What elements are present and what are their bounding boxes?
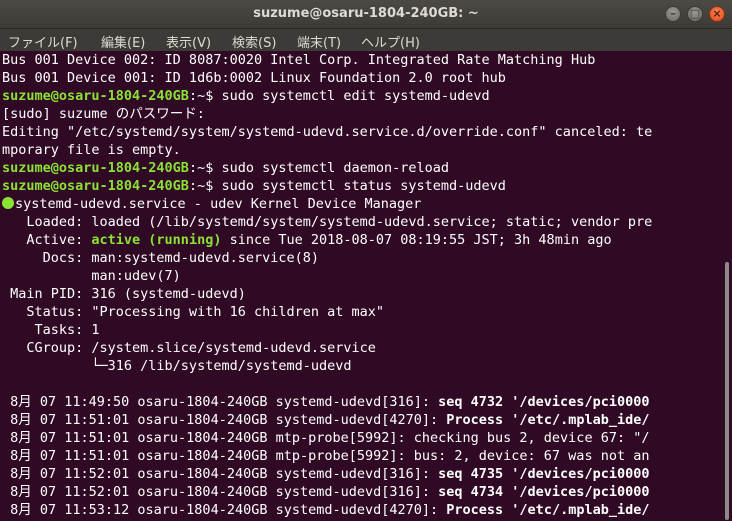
prompt-user-host: suzume@osaru-1804-240GB	[2, 178, 189, 194]
maximize-icon: □	[689, 7, 701, 20]
command-line: suzume@osaru-1804-240GB:~$ sudo systemct…	[2, 159, 724, 177]
output-line: Tasks: 1	[2, 322, 100, 338]
log-bold-text: Process '/etc/.mplab_ide/	[446, 502, 650, 518]
output-line: [sudo] suzume のパスワード:	[2, 106, 205, 122]
output-line: Bus 001 Device 002: ID 8087:0020 Intel C…	[2, 52, 596, 68]
prompt-user-host: suzume@osaru-1804-240GB	[2, 88, 189, 104]
log-bold-text: Process '/etc/.mplab_ide/	[446, 412, 650, 428]
menu-edit[interactable]: 編集(E)	[101, 32, 145, 51]
maximize-button[interactable]: □	[687, 6, 703, 22]
active-line: Active: active (running) since Tue 2018-…	[2, 231, 724, 249]
output-line: Loaded: loaded (/lib/systemd/system/syst…	[2, 214, 653, 230]
service-header: systemd-udevd.service - udev Kernel Devi…	[2, 195, 724, 213]
log-line: 8月 07 11:51:01 osaru-1804-240GB systemd-…	[2, 411, 724, 429]
active-state: active (running)	[91, 232, 222, 248]
command-text: sudo systemctl daemon-reload	[221, 160, 450, 176]
command-line: suzume@osaru-1804-240GB:~$ sudo systemct…	[2, 177, 724, 195]
command-text: sudo systemctl status systemd-udevd	[221, 178, 506, 194]
active-label: Active:	[2, 232, 92, 248]
minimize-button[interactable]: –	[665, 6, 681, 22]
log-text: 8月 07 11:51:01 osaru-1804-240GB mtp-prob…	[2, 430, 650, 446]
title-bar[interactable]: suzume@osaru-1804-240GB: ~ – □ ×	[0, 0, 732, 29]
log-line: 8月 07 11:51:01 osaru-1804-240GB mtp-prob…	[2, 429, 724, 447]
log-line: 8月 07 11:51:01 osaru-1804-240GB mtp-prob…	[2, 447, 724, 465]
menu-search[interactable]: 検索(S)	[232, 32, 276, 51]
log-text: 8月 07 11:53:12 osaru-1804-240GB systemd-…	[2, 502, 447, 518]
menu-bar: ファイル(F) 編集(E) 表示(V) 検索(S) 端末(T) ヘルプ(H)	[0, 29, 732, 51]
output-line: Editing "/etc/systemd/system/systemd-ude…	[2, 124, 653, 140]
prompt-path: :~$	[188, 160, 222, 176]
log-bold-text: seq 4734 '/devices/pci0000	[438, 484, 650, 500]
output-line: man:udev(7)	[2, 268, 181, 284]
log-bold-text: seq 4732 '/devices/pci0000	[438, 394, 650, 410]
log-line: 8月 07 11:52:01 osaru-1804-240GB systemd-…	[2, 483, 724, 501]
output-line: Main PID: 316 (systemd-udevd)	[2, 286, 246, 302]
log-bold-text: seq 4735 '/devices/pci0000	[438, 466, 650, 482]
output-line: CGroup: /system.slice/systemd-udevd.serv…	[2, 340, 376, 356]
terminal-window: suzume@osaru-1804-240GB: ~ – □ × ファイル(F)…	[0, 0, 732, 521]
prompt-user-host: suzume@osaru-1804-240GB	[2, 160, 189, 176]
output-line: Docs: man:systemd-udevd.service(8)	[2, 250, 319, 266]
menu-help[interactable]: ヘルプ(H)	[361, 32, 420, 51]
menu-view[interactable]: 表示(V)	[166, 32, 211, 51]
close-button[interactable]: ×	[709, 6, 725, 22]
output-line: Bus 001 Device 001: ID 1d6b:0002 Linux F…	[2, 70, 506, 86]
log-text: 8月 07 11:51:01 osaru-1804-240GB systemd-…	[2, 412, 447, 428]
active-since: since Tue 2018-08-07 08:19:55 JST; 3h 48…	[221, 232, 612, 248]
service-title: systemd-udevd.service - udev Kernel Devi…	[15, 196, 422, 212]
menu-terminal[interactable]: 端末(T)	[297, 32, 341, 51]
close-icon: ×	[712, 7, 722, 20]
status-dot-icon	[2, 197, 14, 209]
command-line: suzume@osaru-1804-240GB:~$ sudo systemct…	[2, 87, 724, 105]
output-line: mporary file is empty.	[2, 142, 181, 158]
log-line: 8月 07 11:49:50 osaru-1804-240GB systemd-…	[2, 393, 724, 411]
log-text: 8月 07 11:51:01 osaru-1804-240GB mtp-prob…	[2, 448, 650, 464]
window-title: suzume@osaru-1804-240GB: ~	[253, 6, 479, 21]
terminal-output[interactable]: Bus 001 Device 002: ID 8087:0020 Intel C…	[0, 51, 724, 521]
menu-file[interactable]: ファイル(F)	[8, 32, 78, 51]
minimize-icon: –	[670, 7, 676, 20]
output-line: └─316 /lib/systemd/systemd-udevd	[2, 358, 352, 374]
command-text: sudo systemctl edit systemd-udevd	[221, 88, 490, 104]
log-text: 8月 07 11:52:01 osaru-1804-240GB systemd-…	[2, 466, 439, 482]
log-line: 8月 07 11:52:01 osaru-1804-240GB systemd-…	[2, 465, 724, 483]
prompt-path: :~$	[188, 178, 222, 194]
prompt-path: :~$	[188, 88, 222, 104]
log-text: 8月 07 11:52:01 osaru-1804-240GB systemd-…	[2, 484, 439, 500]
output-line: Status: "Processing with 16 children at …	[2, 304, 385, 320]
log-line: 8月 07 11:53:12 osaru-1804-240GB systemd-…	[2, 501, 724, 519]
vertical-scrollbar[interactable]	[725, 262, 729, 520]
log-text: 8月 07 11:49:50 osaru-1804-240GB systemd-…	[2, 394, 439, 410]
